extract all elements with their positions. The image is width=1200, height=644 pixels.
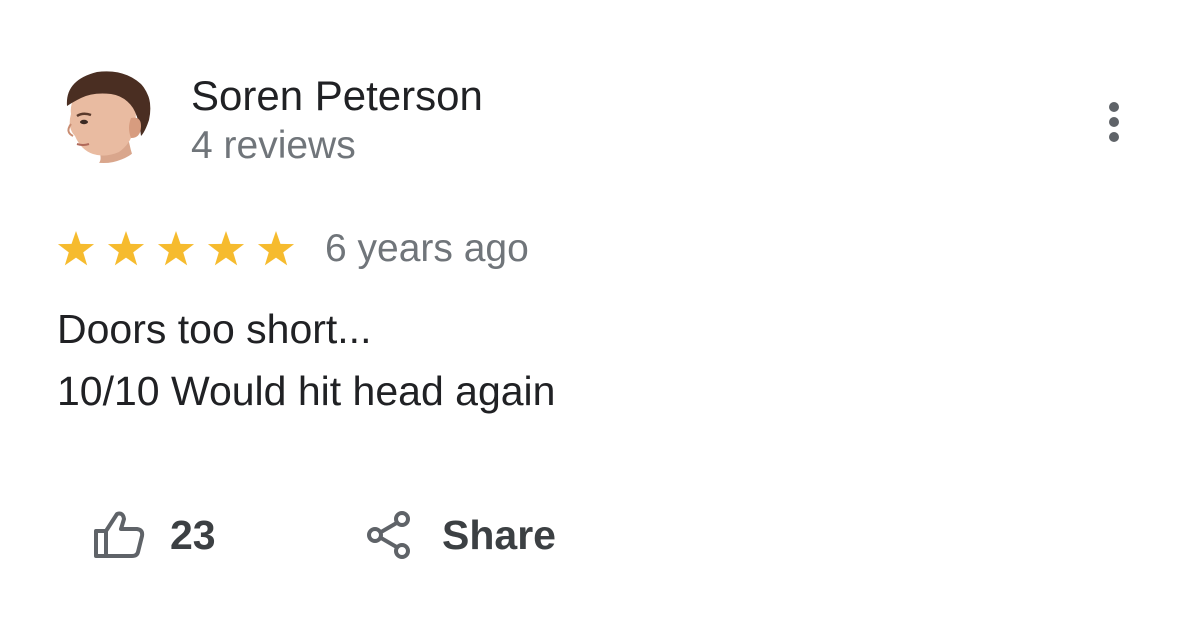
author-avatar[interactable] xyxy=(55,66,152,163)
thumb-up-icon xyxy=(94,511,145,558)
review-text-line: 10/10 Would hit head again xyxy=(57,368,556,414)
share-label: Share xyxy=(442,511,556,558)
star-icon xyxy=(157,231,195,266)
like-button[interactable]: 23 xyxy=(92,505,216,565)
avatar-photo xyxy=(55,66,152,163)
rating-row: 6 years ago xyxy=(57,226,529,272)
review-text: Doors too short... 10/10 Would hit head … xyxy=(57,298,555,422)
review-card: Soren Peterson 4 reviews 6 years ago Doo… xyxy=(0,0,1200,644)
more-options-button[interactable] xyxy=(1092,96,1136,148)
author-review-count[interactable]: 4 reviews xyxy=(191,122,356,170)
review-text-line: Doors too short... xyxy=(57,306,372,352)
share-icon xyxy=(367,511,410,559)
star-icon xyxy=(257,231,295,266)
author-name[interactable]: Soren Peterson xyxy=(191,70,483,122)
more-vert-icon xyxy=(1109,102,1119,142)
star-icon xyxy=(57,231,95,266)
star-rating xyxy=(57,230,295,268)
star-icon xyxy=(107,231,145,266)
share-button[interactable]: Share xyxy=(366,505,556,565)
like-count: 23 xyxy=(170,511,216,558)
star-icon xyxy=(207,231,245,266)
review-date: 6 years ago xyxy=(325,227,529,270)
